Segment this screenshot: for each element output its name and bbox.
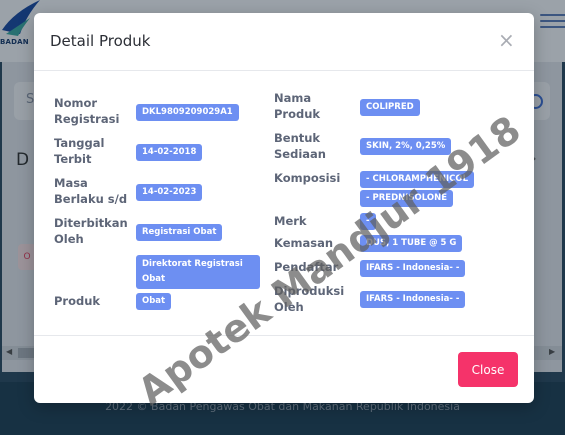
label-produk: Produk <box>54 294 101 308</box>
label-bentuk-sediaan: Bentuk Sediaan <box>274 131 326 161</box>
close-button[interactable]: Close <box>458 352 518 387</box>
value-produk: Obat <box>136 293 172 310</box>
value-pendaftar: IFARS - Indonesia- - <box>360 260 466 277</box>
value-diproduksi-oleh: IFARS - Indonesia- - <box>360 291 466 308</box>
value-merk: - <box>360 213 376 230</box>
modal-title: Detail Produk <box>50 32 151 50</box>
value-diterbitkan-oleh-2: Direktorat Registrasi Obat <box>136 255 260 289</box>
label-diproduksi-oleh: Diproduksi Oleh <box>274 284 345 314</box>
label-nama-produk: Nama Produk <box>274 91 321 121</box>
value-komposisi-2: - PREDNISOLONE <box>360 190 454 207</box>
detail-produk-modal: Detail Produk × Nomor Registrasi DKL9809… <box>34 13 534 403</box>
close-icon[interactable]: × <box>498 30 515 50</box>
label-nomor-registrasi: Nomor Registrasi <box>54 96 120 126</box>
label-diterbitkan-oleh: Diterbitkan Oleh <box>54 216 128 246</box>
value-bentuk-sediaan: SKIN, 2%, 0,25% <box>360 138 452 155</box>
label-kemasan: Kemasan <box>274 236 334 250</box>
label-masa-berlaku: Masa Berlaku s/d <box>54 176 128 206</box>
label-komposisi: Komposisi <box>274 171 341 185</box>
value-masa-berlaku: 14-02-2023 <box>136 184 203 201</box>
label-tanggal-terbit: Tanggal Terbit <box>54 136 105 166</box>
value-nama-produk: COLIPRED <box>360 99 420 116</box>
label-merk: Merk <box>274 214 307 228</box>
value-nomor-registrasi: DKL9809209029A1 <box>136 104 239 121</box>
value-tanggal-terbit: 14-02-2018 <box>136 144 203 161</box>
value-kemasan: DUS, 1 TUBE @ 5 G <box>360 235 463 252</box>
value-komposisi-1: - CHLORAMPHENICOL <box>360 171 475 188</box>
label-pendaftar: Pendaftar <box>274 260 339 274</box>
value-diterbitkan-oleh-1: Registrasi Obat <box>136 224 223 241</box>
